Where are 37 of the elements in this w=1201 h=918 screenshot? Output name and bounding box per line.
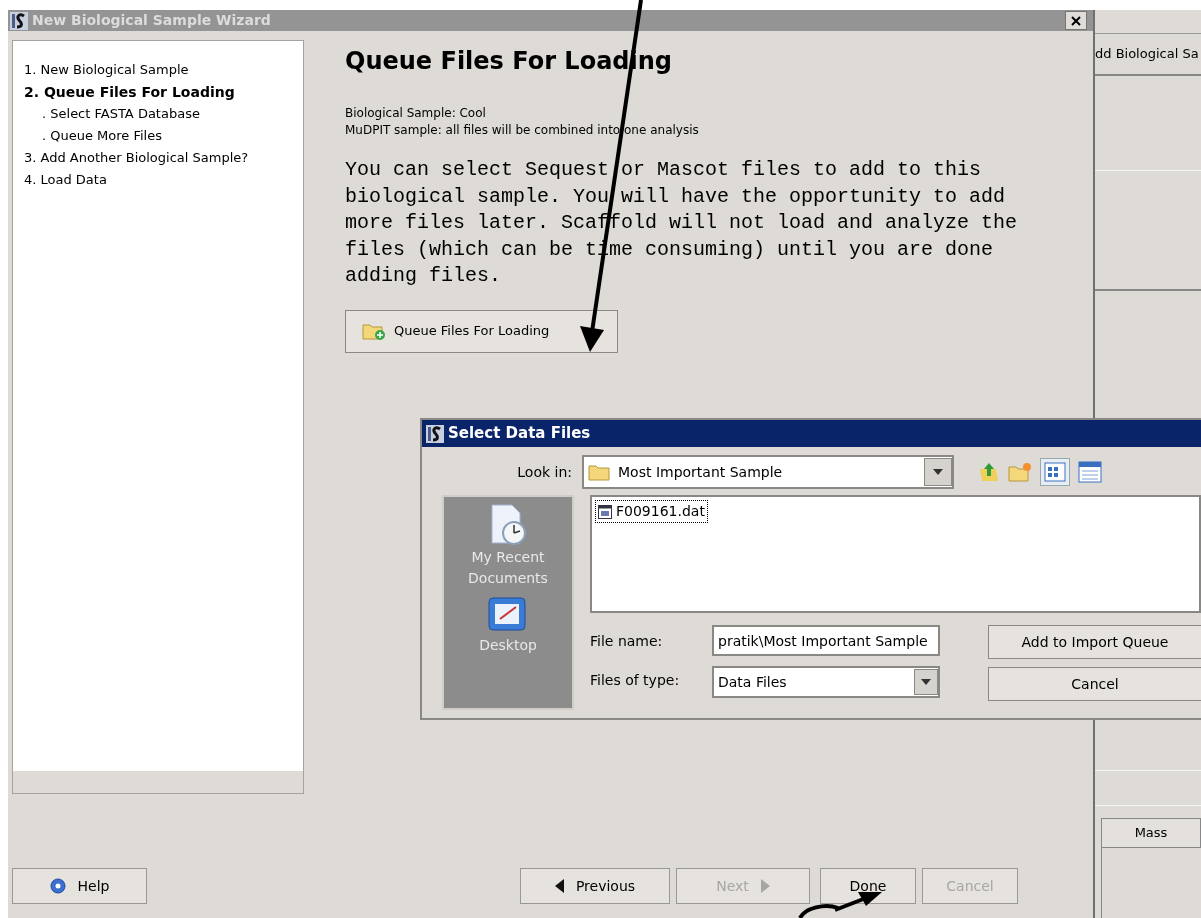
right-triangle-icon xyxy=(760,879,770,893)
file-type-dropdown[interactable]: Data Files xyxy=(712,666,940,698)
file-name-field[interactable]: pratik\Most Important Sample xyxy=(712,625,940,656)
close-icon xyxy=(1071,15,1081,26)
app-logo-icon xyxy=(426,424,444,443)
dialog-title: Select Data Files xyxy=(448,423,591,445)
step-item: 4. Load Data xyxy=(24,171,108,189)
dialog-button[interactable]: Cancel xyxy=(988,667,1201,701)
help-button[interactable]: Help xyxy=(12,868,147,904)
help-icon xyxy=(49,878,66,894)
file-type-label: Files of type: xyxy=(590,671,681,690)
sample-info-text: Biological Sample: Cool xyxy=(345,105,487,122)
look-in-label: Look in: xyxy=(516,462,573,482)
list-view-icon[interactable] xyxy=(1040,458,1070,486)
step-item: 1. New Biological Sample xyxy=(24,61,190,79)
close-button[interactable] xyxy=(1065,11,1087,30)
up-folder-icon[interactable] xyxy=(978,461,1000,483)
window-title: New Biological Sample Wizard xyxy=(32,11,272,30)
left-triangle-icon xyxy=(554,879,564,893)
substep-item: . Queue More Files xyxy=(41,127,163,145)
column-header: Mass xyxy=(1101,818,1201,848)
app-logo-icon xyxy=(10,11,28,30)
queue-files-button[interactable]: Queue Files For Loading xyxy=(345,309,618,353)
file-name-label: File name: xyxy=(590,632,664,651)
wizard-button[interactable]: Previous xyxy=(520,868,670,904)
wizard-button[interactable]: Done xyxy=(820,868,916,904)
sample-info-text: MuDPIT sample: all files will be combined into one analysis xyxy=(345,122,700,139)
folder-add-icon xyxy=(362,321,386,341)
look-in-dropdown[interactable]: Most Important Sample xyxy=(582,455,954,489)
step-item: 3. Add Another Biological Sample? xyxy=(24,149,250,167)
data-file-icon xyxy=(598,504,612,519)
details-view-icon[interactable] xyxy=(1078,461,1102,483)
folder-icon xyxy=(588,463,610,481)
dialog-button[interactable]: Add to Import Queue xyxy=(988,625,1201,659)
step-item: 2. Queue Files For Loading xyxy=(24,83,236,102)
substep-item: . Select FASTA Database xyxy=(41,105,201,123)
file-item[interactable]: F009161.dat xyxy=(595,500,708,523)
